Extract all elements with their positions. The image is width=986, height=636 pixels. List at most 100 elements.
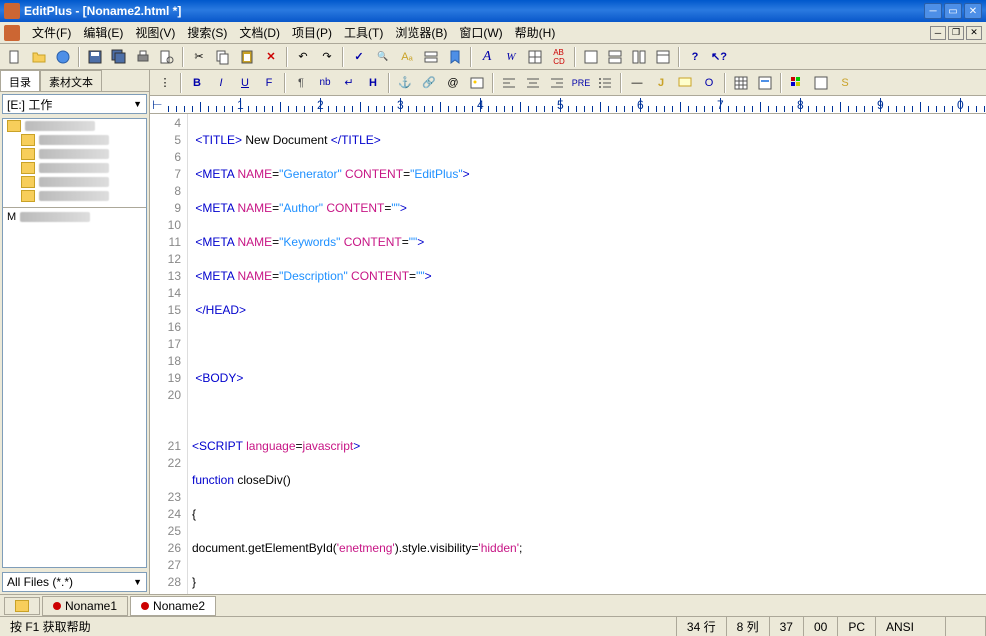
sidebar-tab-cliptext[interactable]: 素材文本: [40, 70, 102, 91]
sidebar-tab-directory[interactable]: 目录: [0, 70, 40, 91]
font-icon[interactable]: A: [476, 46, 498, 68]
pre-button[interactable]: PRE: [570, 72, 592, 94]
window2-icon[interactable]: [604, 46, 626, 68]
delete-icon[interactable]: ✕: [260, 46, 282, 68]
doctab-noname1[interactable]: Noname1: [42, 596, 128, 616]
table-icon[interactable]: [730, 72, 752, 94]
nbsp-button[interactable]: nb: [314, 72, 336, 94]
window4-icon[interactable]: [652, 46, 674, 68]
align-left-icon[interactable]: [498, 72, 520, 94]
anchor-icon[interactable]: ⚓: [394, 72, 416, 94]
folder-icon: [21, 134, 35, 146]
file-type-filter[interactable]: All Files (*.*) ▼: [2, 572, 147, 592]
doctab-noname2[interactable]: Noname2: [130, 596, 216, 616]
open-file-icon[interactable]: [28, 46, 50, 68]
undo-icon[interactable]: ↶: [292, 46, 314, 68]
minimize-button[interactable]: ─: [924, 3, 942, 19]
replace-icon[interactable]: [420, 46, 442, 68]
menu-edit[interactable]: 编辑(E): [77, 22, 129, 43]
findnext-icon[interactable]: Aₐ: [396, 46, 418, 68]
image-icon[interactable]: [466, 72, 488, 94]
whatsthis-icon[interactable]: ↖?: [708, 46, 730, 68]
filetree-label: [39, 177, 109, 187]
filetree-item[interactable]: [3, 119, 146, 133]
window-buttons: ─ ▭ ✕: [924, 3, 982, 19]
font-button[interactable]: F: [258, 72, 280, 94]
filetree-item[interactable]: [3, 175, 146, 189]
find-icon[interactable]: 🔍: [372, 46, 394, 68]
word-icon[interactable]: W: [500, 46, 522, 68]
menu-window[interactable]: 窗口(W): [453, 22, 508, 43]
close-button[interactable]: ✕: [964, 3, 982, 19]
hex-icon[interactable]: [524, 46, 546, 68]
style-button[interactable]: S: [834, 72, 856, 94]
filetree-item[interactable]: M: [3, 210, 146, 224]
redo-icon[interactable]: ↷: [316, 46, 338, 68]
filetree-label: [39, 163, 109, 173]
italic-button[interactable]: I: [210, 72, 232, 94]
drive-select[interactable]: [E:] 工作 ▼: [2, 94, 147, 114]
new-file-icon[interactable]: [4, 46, 26, 68]
bookmark-icon[interactable]: [444, 46, 466, 68]
list-icon[interactable]: [594, 72, 616, 94]
maximize-button[interactable]: ▭: [944, 3, 962, 19]
form-icon[interactable]: [754, 72, 776, 94]
save-icon[interactable]: [84, 46, 106, 68]
filetree-label: [39, 191, 109, 201]
cut-icon[interactable]: ✂: [188, 46, 210, 68]
align-right-icon[interactable]: [546, 72, 568, 94]
break-button[interactable]: ↵: [338, 72, 360, 94]
underline-button[interactable]: U: [234, 72, 256, 94]
file-tree[interactable]: M: [2, 118, 147, 568]
mail-button[interactable]: @: [442, 72, 464, 94]
filetree-item[interactable]: [3, 147, 146, 161]
sidebar: 目录 素材文本 [E:] 工作 ▼ M All Files (*.*) ▼: [0, 70, 150, 594]
heading-button[interactable]: H: [362, 72, 384, 94]
browser-icon[interactable]: [52, 46, 74, 68]
doc-restore-button[interactable]: ❐: [948, 26, 964, 40]
window3-icon[interactable]: [628, 46, 650, 68]
paragraph-button[interactable]: ¶: [290, 72, 312, 94]
print-icon[interactable]: [132, 46, 154, 68]
hr-icon[interactable]: —: [626, 72, 648, 94]
line-gutter: 4567891011121314151617181920212223242526…: [150, 114, 188, 594]
menu-file[interactable]: 文件(F): [26, 22, 77, 43]
comment-icon[interactable]: [674, 72, 696, 94]
preview-icon[interactable]: [156, 46, 178, 68]
menu-search[interactable]: 搜索(S): [181, 22, 233, 43]
folder-icon: [7, 120, 21, 132]
filetree-item[interactable]: [3, 133, 146, 147]
code-content[interactable]: <TITLE> New Document </TITLE> <META NAME…: [188, 114, 986, 594]
saveall-icon[interactable]: [108, 46, 130, 68]
doc-close-button[interactable]: ✕: [966, 26, 982, 40]
help-icon[interactable]: ?: [684, 46, 706, 68]
filetree-item[interactable]: [3, 161, 146, 175]
menu-tools[interactable]: 工具(T): [338, 22, 389, 43]
status-sel: 37: [770, 617, 804, 636]
menu-browser[interactable]: 浏览器(B): [389, 22, 453, 43]
ruler: ⊢ // ruler rendered below via JS 1234567…: [150, 96, 986, 114]
menu-help[interactable]: 帮助(H): [509, 22, 562, 43]
window1-icon[interactable]: [580, 46, 602, 68]
spell-icon[interactable]: ✓: [348, 46, 370, 68]
bold-button[interactable]: B: [186, 72, 208, 94]
colors-icon[interactable]: [786, 72, 808, 94]
menu-view[interactable]: 视图(V): [129, 22, 181, 43]
doc-minimize-button[interactable]: ─: [930, 26, 946, 40]
menu-document[interactable]: 文档(D): [233, 22, 286, 43]
filetree-label: [39, 135, 109, 145]
filetree-item[interactable]: [3, 189, 146, 203]
link-icon[interactable]: 🔗: [418, 72, 440, 94]
code-area[interactable]: 4567891011121314151617181920212223242526…: [150, 114, 986, 594]
align-center-icon[interactable]: [522, 72, 544, 94]
menu-project[interactable]: 项目(P): [286, 22, 338, 43]
object-button[interactable]: O: [698, 72, 720, 94]
doctab-folder[interactable]: [4, 597, 40, 615]
copy-icon[interactable]: [212, 46, 234, 68]
status-line: 34 行: [677, 617, 727, 636]
sidebar-tabs: 目录 素材文本: [0, 70, 149, 92]
paste-icon[interactable]: [236, 46, 258, 68]
char-icon[interactable]: [810, 72, 832, 94]
abc-icon[interactable]: ABCD: [548, 46, 570, 68]
js-button[interactable]: J: [650, 72, 672, 94]
